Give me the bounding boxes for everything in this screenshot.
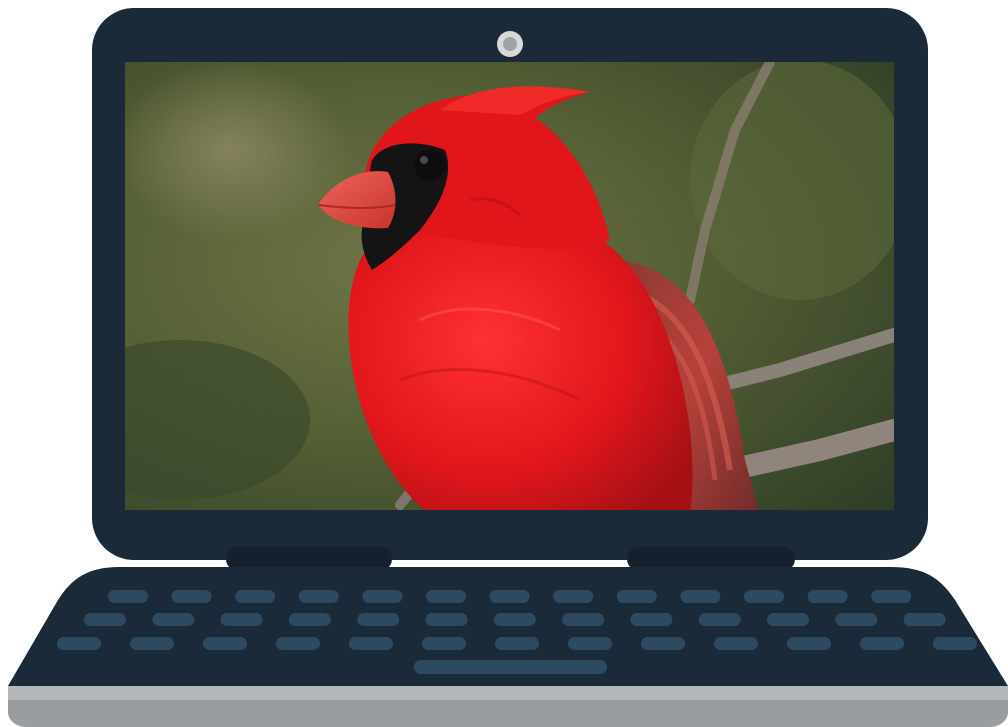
keyboard-key (553, 590, 594, 603)
keyboard-key (130, 637, 174, 650)
keyboard-key (562, 613, 605, 626)
keyboard-key (568, 637, 612, 650)
keyboard-key (714, 637, 758, 650)
keyboard-key (220, 613, 263, 626)
keyboard-key (276, 637, 320, 650)
keyboard-key (298, 590, 339, 603)
keyboard-key (698, 613, 741, 626)
laptop-illustration (8, 8, 1008, 727)
webcam-icon (497, 31, 523, 57)
keyboard-key (349, 637, 393, 650)
keyboard-key (495, 637, 539, 650)
keyboard-key (84, 613, 126, 626)
keyboard-key (807, 590, 848, 603)
keyboard-key (835, 613, 878, 626)
spacebar-key (414, 660, 607, 674)
keyboard-key (860, 637, 904, 650)
keyboard-key (288, 613, 331, 626)
keyboard-key (744, 590, 784, 603)
keyboard-key (616, 590, 657, 603)
keyboard-key (425, 613, 468, 626)
keyboard-key (152, 613, 195, 626)
keyboard-key (641, 637, 685, 650)
keyboard-key (171, 590, 212, 603)
keyboard-key (362, 590, 403, 603)
keyboard-key (493, 613, 536, 626)
keyboard-key (422, 637, 466, 650)
keyboard-key (357, 613, 400, 626)
screen-photo (125, 62, 894, 510)
keyboard-key (203, 637, 247, 650)
keyboard-key (680, 590, 721, 603)
keyboard-key (767, 613, 809, 626)
keyboard-key (630, 613, 673, 626)
keyboard-key (426, 590, 466, 603)
keyboard-key (108, 590, 148, 603)
keyboard-key (933, 637, 977, 650)
keyboard-key (235, 590, 276, 603)
keyboard-key (871, 590, 912, 603)
keyboard-key (489, 590, 530, 603)
keyboard-key (787, 637, 831, 650)
keyboard-key (903, 613, 946, 626)
keyboard-key (57, 637, 101, 650)
